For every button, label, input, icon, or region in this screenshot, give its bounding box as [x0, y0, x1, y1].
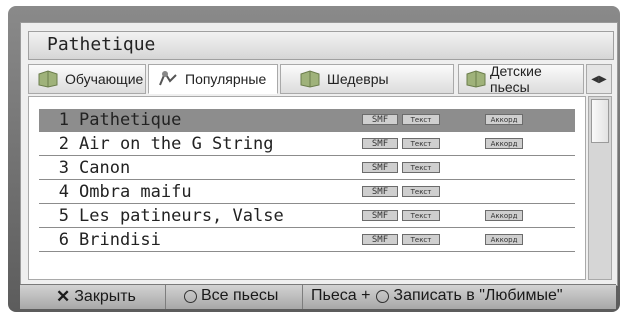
- add-to-favorites-button[interactable]: Пьеса + Записать в "Любимые": [311, 287, 563, 305]
- book-icon: [299, 70, 321, 88]
- song-name: Les patineurs, Valse: [79, 206, 284, 226]
- song-name: Pathetique: [79, 110, 182, 130]
- tab-children[interactable]: Детские пьесы: [458, 63, 584, 95]
- text-badge: Текст: [402, 114, 440, 125]
- list-scrollbar[interactable]: [588, 96, 612, 280]
- list-item[interactable]: 1 Pathetique SMF Текст Аккорд: [39, 109, 575, 132]
- text-badge: Текст: [402, 162, 440, 173]
- popular-icon: [157, 70, 179, 88]
- bottom-button-bar: ✕ Закрыть Все пьесы Пьеса + Записать в "…: [20, 284, 616, 309]
- list-item[interactable]: 2 Air on the G String SMF Текст Аккорд: [39, 133, 575, 156]
- song-title: Pathetique: [47, 34, 156, 55]
- list-item[interactable]: 4 Ombra maifu SMF Текст: [39, 181, 575, 204]
- all-pieces-label: Все пьесы: [201, 287, 279, 304]
- scrollbar-thumb[interactable]: [591, 99, 609, 143]
- song-number: 6: [58, 230, 69, 250]
- chord-badge: Аккорд: [485, 210, 523, 221]
- list-item[interactable]: 5 Les patineurs, Valse SMF Текст Аккорд: [39, 205, 575, 228]
- tab-label: Обучающие: [65, 71, 144, 87]
- book-icon: [465, 70, 487, 88]
- song-number: 5: [58, 206, 69, 226]
- chord-badge: Аккорд: [485, 138, 523, 149]
- close-label: Закрыть: [74, 288, 136, 305]
- all-pieces-button[interactable]: Все пьесы: [184, 287, 278, 305]
- save-favorites-label: Записать в "Любимые": [393, 287, 563, 304]
- smf-badge: SMF: [362, 162, 398, 173]
- divider: [165, 285, 166, 309]
- song-name: Canon: [79, 158, 131, 178]
- song-name: Air on the G String: [79, 134, 274, 154]
- song-list: 1 Pathetique SMF Текст Аккорд 2 Air on t…: [28, 96, 586, 280]
- tab-scroll-arrows[interactable]: ◀▶: [586, 64, 612, 94]
- smf-badge: SMF: [362, 138, 398, 149]
- tab-label: Популярные: [185, 71, 267, 87]
- text-badge: Текст: [402, 234, 440, 245]
- chord-badge: Аккорд: [485, 234, 523, 245]
- tab-label: Шедевры: [327, 71, 389, 87]
- list-item[interactable]: 3 Canon SMF Текст: [39, 157, 575, 180]
- smf-badge: SMF: [362, 186, 398, 197]
- tab-masterpieces[interactable]: Шедевры: [280, 64, 454, 94]
- close-icon: ✕: [56, 287, 71, 306]
- text-badge: Текст: [402, 186, 440, 197]
- song-name: Ombra maifu: [79, 182, 192, 202]
- title-bar: Pathetique: [28, 31, 614, 60]
- smf-badge: SMF: [362, 210, 398, 221]
- close-button[interactable]: ✕ Закрыть: [56, 287, 136, 307]
- text-badge: Текст: [402, 210, 440, 221]
- song-number: 1: [58, 110, 69, 130]
- piece-plus-label: Пьеса +: [311, 287, 371, 304]
- tab-label: Детские пьесы: [490, 63, 542, 95]
- song-number: 3: [58, 158, 69, 178]
- song-name: Brindisi: [79, 230, 161, 250]
- smf-badge: SMF: [362, 234, 398, 245]
- book-icon: [37, 70, 59, 88]
- list-item[interactable]: 6 Brindisi SMF Текст Аккорд: [39, 229, 575, 252]
- circle-button-icon: [184, 289, 197, 303]
- tab-popular[interactable]: Популярные: [148, 64, 278, 94]
- divider: [302, 285, 303, 309]
- song-number: 2: [58, 134, 69, 154]
- circle-button-icon: [376, 289, 390, 303]
- category-tabs: Обучающие Популярные Шедевры Детские пье…: [28, 63, 612, 96]
- song-number: 4: [58, 182, 69, 202]
- chord-badge: Аккорд: [485, 114, 523, 125]
- tab-educational[interactable]: Обучающие: [28, 64, 146, 94]
- text-badge: Текст: [402, 138, 440, 149]
- smf-badge: SMF: [362, 114, 398, 125]
